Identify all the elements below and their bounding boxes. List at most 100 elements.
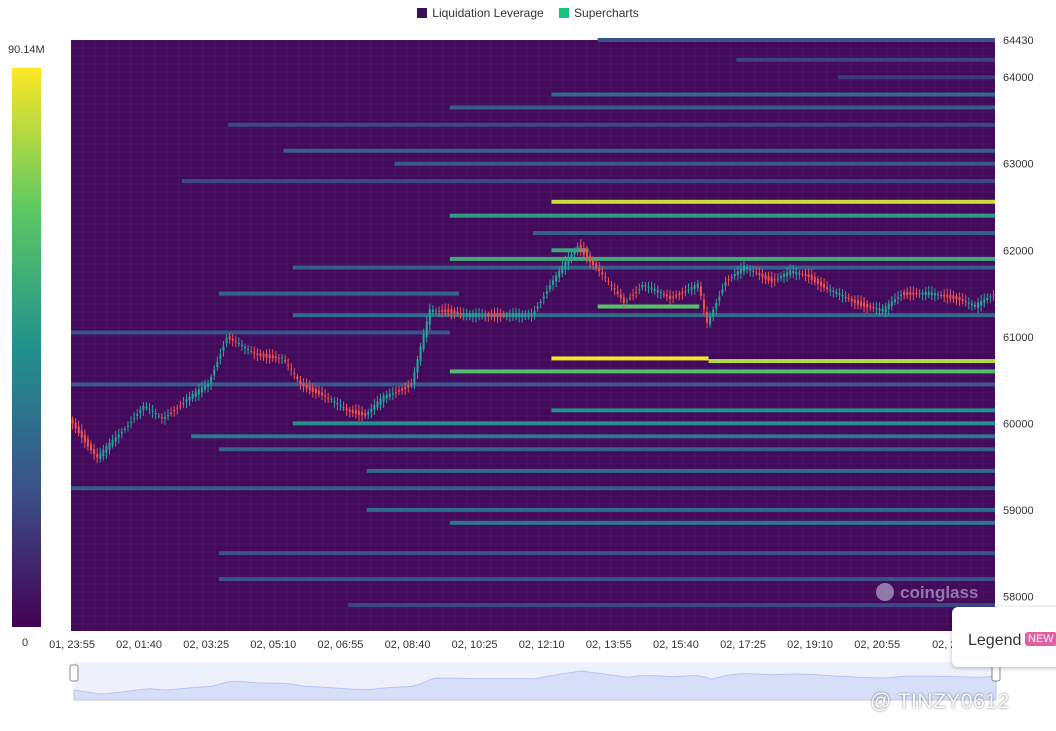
liquidation-band	[449, 213, 996, 218]
price-candle	[622, 297, 625, 303]
price-candle	[407, 385, 410, 388]
price-candle	[896, 297, 899, 299]
price-candle	[176, 407, 179, 409]
x-tick-label: 02, 20:55	[854, 639, 900, 651]
price-candle	[739, 268, 742, 274]
price-candle	[650, 287, 653, 290]
price-candle	[173, 410, 176, 412]
price-candle	[348, 409, 351, 412]
price-candle	[434, 310, 437, 312]
x-tick-label: 02, 17:25	[720, 639, 766, 651]
price-candle	[545, 291, 548, 294]
navigator-handle-right[interactable]	[991, 664, 1001, 682]
price-candle	[484, 314, 487, 316]
price-candle	[200, 387, 203, 393]
coinglass-paw-icon	[876, 583, 894, 601]
price-candle	[813, 276, 816, 283]
price-candle	[216, 362, 219, 368]
price-candle	[724, 282, 727, 287]
price-candle	[391, 393, 394, 395]
price-candle	[136, 414, 139, 416]
price-candle	[613, 288, 616, 290]
price-candle	[893, 299, 896, 303]
price-candle	[163, 416, 166, 419]
price-candle	[909, 292, 912, 296]
price-candle	[946, 294, 949, 298]
price-candle	[133, 418, 136, 420]
price-candle	[231, 338, 234, 341]
price-candle	[518, 313, 521, 317]
price-candle	[687, 289, 690, 291]
liquidation-band	[71, 382, 995, 387]
liquidation-band	[71, 330, 450, 335]
price-candle	[715, 303, 718, 309]
price-candle	[786, 272, 789, 277]
liquidation-band	[837, 75, 995, 80]
price-candle	[838, 293, 841, 296]
price-candle	[903, 291, 906, 296]
legend-button[interactable]: Legend NEW	[952, 607, 1056, 667]
price-candle	[564, 261, 567, 270]
price-candle	[875, 307, 878, 309]
price-candle	[250, 351, 253, 353]
price-candle	[511, 313, 514, 317]
price-candle	[274, 356, 277, 359]
price-candle	[524, 314, 527, 317]
price-candle	[151, 410, 154, 413]
price-candle	[277, 357, 280, 359]
coinglass-logo: coinglass	[876, 583, 978, 603]
price-candle	[890, 301, 893, 306]
price-candle	[475, 313, 478, 317]
price-candle	[271, 355, 274, 359]
price-candle	[481, 314, 484, 316]
price-candle	[111, 439, 114, 446]
price-candle	[607, 280, 610, 282]
price-candle	[99, 453, 102, 460]
price-candle	[321, 392, 324, 396]
price-candle	[758, 273, 761, 276]
price-candle	[730, 277, 733, 279]
price-candle	[816, 278, 819, 285]
price-candle	[690, 287, 693, 290]
price-candle	[795, 271, 798, 275]
price-candle	[425, 321, 428, 338]
x-tick-label: 02, 06:55	[317, 639, 363, 651]
price-candle	[108, 442, 111, 450]
price-candle	[983, 299, 986, 303]
price-candle	[675, 294, 678, 297]
price-candle	[986, 298, 989, 300]
price-candle	[943, 294, 946, 297]
price-candle	[394, 392, 397, 394]
price-candle	[262, 353, 265, 358]
navigator-handle-left[interactable]	[69, 664, 79, 682]
price-candle	[561, 265, 564, 274]
price-candle	[776, 278, 779, 280]
price-candle	[853, 299, 856, 304]
price-candle	[293, 372, 296, 375]
price-candle	[761, 273, 764, 278]
price-candle	[548, 285, 551, 290]
price-candle	[881, 309, 884, 312]
price-candle	[539, 301, 542, 304]
liquidation-band	[597, 304, 700, 309]
liquidation-heatmap-chart[interactable]: 58000 59000 60000 61000 62000 63000 64000 64430…	[0, 0, 1056, 731]
price-candle	[552, 280, 555, 286]
price-candle	[311, 386, 314, 392]
price-candle	[290, 368, 293, 370]
price-candle	[71, 419, 74, 424]
price-candle	[342, 407, 345, 409]
price-candle	[921, 292, 924, 295]
y-tick-label: 64000	[1003, 72, 1034, 84]
liquidation-band	[394, 161, 995, 166]
price-candle	[490, 313, 493, 317]
price-candle	[789, 270, 792, 275]
price-candle	[351, 409, 354, 414]
price-candle	[114, 437, 117, 442]
price-candle	[93, 448, 96, 454]
price-candle	[826, 287, 829, 290]
price-candle	[536, 306, 539, 309]
price-candle	[256, 353, 259, 356]
price-candle	[268, 354, 271, 359]
price-candle	[465, 313, 468, 316]
price-candle	[530, 314, 533, 316]
